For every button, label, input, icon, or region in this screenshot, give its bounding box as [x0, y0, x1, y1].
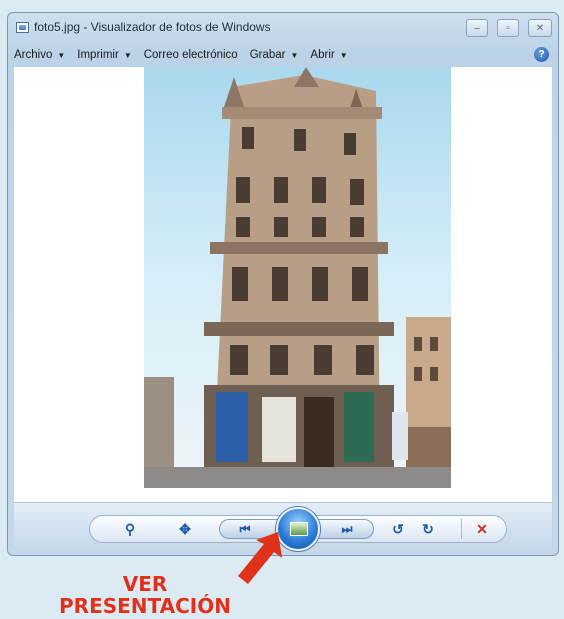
chevron-down-icon: ▼ [57, 50, 66, 60]
menu-imprimir[interactable]: Imprimir ▼ [77, 49, 131, 61]
rotate-left-icon[interactable]: ↺ [388, 519, 408, 539]
image-viewport [14, 67, 552, 502]
annotation-line1: VER [122, 572, 168, 596]
close-button[interactable]: ✕ [528, 19, 552, 37]
zoom-icon[interactable]: ⚲ [118, 519, 142, 539]
menu-grabar-label: Grabar [249, 49, 286, 61]
chevron-down-icon: ▼ [339, 50, 348, 60]
separator [461, 519, 462, 539]
window-title: foto5.jpg - Visualizador de fotos de Win… [34, 20, 271, 34]
menu-grabar[interactable]: Grabar ▼ [250, 49, 299, 61]
chevron-down-icon: ▼ [290, 50, 299, 60]
delete-icon[interactable]: ✕ [472, 519, 492, 539]
annotation-line2: PRESENTACIÓN [59, 594, 231, 618]
menu-correo-label: Correo electrónico [143, 49, 238, 61]
photo-viewer-icon [16, 22, 29, 33]
displayed-photo [144, 67, 451, 488]
photo-viewer-window: foto5.jpg - Visualizador de fotos de Win… [7, 12, 559, 556]
menu-archivo-label: Archivo [14, 49, 53, 61]
rotate-right-icon[interactable]: ↻ [418, 519, 438, 539]
maximize-button[interactable]: ▫ [497, 19, 519, 37]
chevron-down-icon: ▼ [123, 50, 132, 60]
menu-archivo[interactable]: Archivo ▼ [14, 49, 65, 61]
title-bar: foto5.jpg - Visualizador de fotos de Win… [8, 13, 558, 43]
minimize-button[interactable]: – [466, 19, 488, 37]
annotation-callout: VER PRESENTACIÓN [0, 573, 290, 617]
menu-imprimir-label: Imprimir [77, 49, 119, 61]
help-icon[interactable]: ? [534, 47, 549, 62]
fit-window-icon[interactable]: ✥ [174, 519, 196, 539]
menu-abrir-label: Abrir [310, 49, 335, 61]
building-photo [144, 67, 451, 488]
menu-bar: Archivo ▼ Imprimir ▼ Correo electrónico Gr… [14, 43, 552, 67]
menu-correo[interactable]: Correo electrónico [144, 49, 238, 61]
next-icon[interactable]: ⏭ [336, 519, 358, 539]
menu-abrir[interactable]: Abrir ▼ [310, 49, 347, 61]
